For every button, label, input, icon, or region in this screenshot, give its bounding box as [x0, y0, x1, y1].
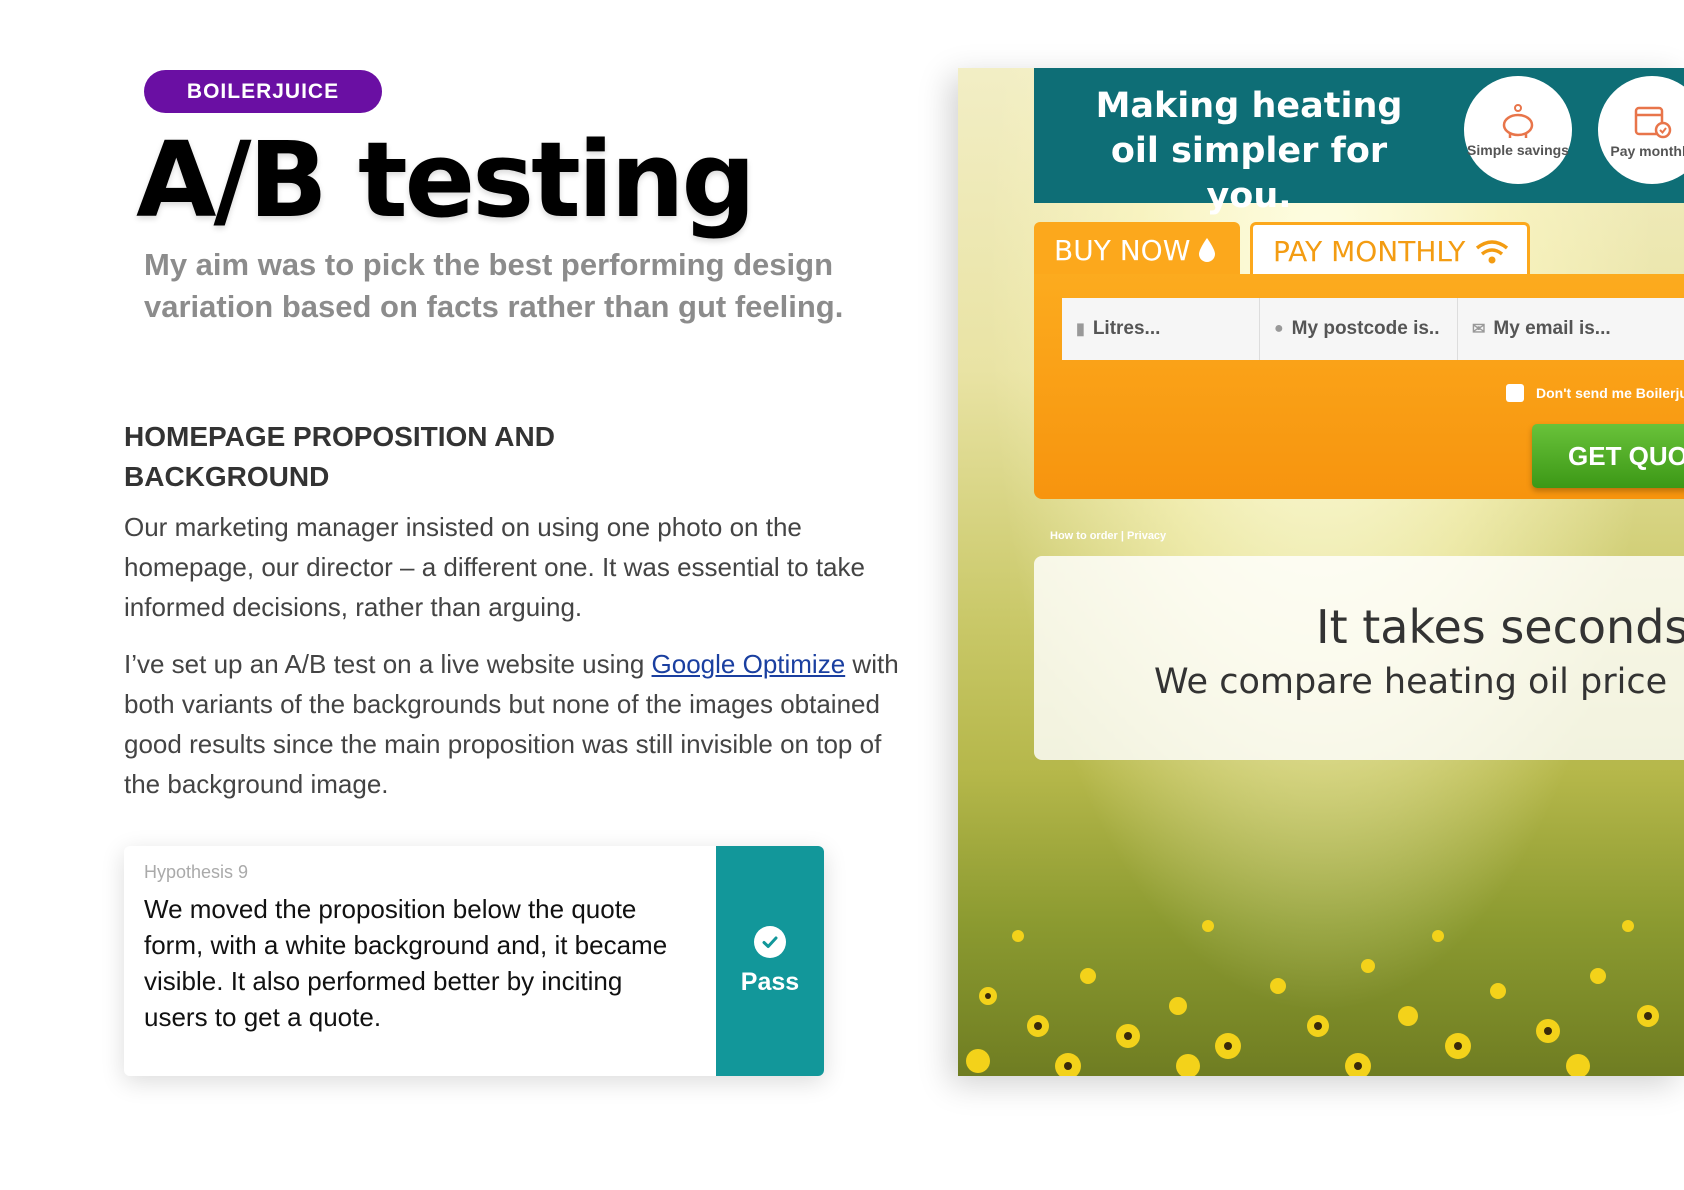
- result-label: Pass: [740, 967, 800, 996]
- section-title: HOMEPAGE PROPOSITION AND BACKGROUND: [124, 421, 555, 492]
- proposition-subtitle: We compare heating oil price: [1154, 662, 1668, 702]
- tab-label: BUY NOW: [1054, 233, 1191, 267]
- hypothesis-card: Hypothesis 9 We moved the proposition be…: [124, 846, 824, 1076]
- envelope-icon: ✉: [1472, 321, 1486, 338]
- page-title: A/B testing: [136, 119, 756, 241]
- email-placeholder: My email is...: [1493, 318, 1611, 339]
- proposition-panel: It takes seconds We compare heating oil …: [1034, 556, 1684, 760]
- quote-fields: ▮ Litres... ● My postcode is.. ✉ My email i…: [1062, 298, 1684, 360]
- postcode-placeholder: My postcode is..: [1291, 318, 1440, 339]
- tab-label: PAY MONTHLY: [1273, 235, 1466, 268]
- hero-banner: Making heating oil simpler for you. Simp…: [1034, 68, 1684, 216]
- postcode-input[interactable]: ● My postcode is..: [1260, 298, 1458, 360]
- flower-meadow-image: [966, 920, 1659, 1076]
- badge-pay-monthly: Pay monthly: [1598, 76, 1684, 184]
- para2-text-before: I’ve set up an A/B test on a live websit…: [124, 649, 652, 679]
- calendar-check-icon: [1634, 106, 1672, 138]
- map-pin-icon: ●: [1274, 320, 1284, 337]
- hypothesis-label: Hypothesis 9: [144, 862, 249, 882]
- page-lede: My aim was to pick the best performing d…: [144, 247, 844, 324]
- tab-buy-now[interactable]: BUY NOW: [1034, 222, 1240, 278]
- body-paragraph-1: Our marketing manager insisted on using …: [124, 512, 865, 622]
- hypothesis-result: Pass: [716, 846, 824, 1076]
- litres-placeholder: Litres...: [1092, 318, 1161, 339]
- hypothesis-body: Hypothesis 9 We moved the proposition be…: [144, 862, 684, 1035]
- banner-headline: Making heating oil simpler for you.: [1095, 86, 1403, 216]
- tab-pay-monthly[interactable]: PAY MONTHLY: [1250, 222, 1530, 278]
- badge-label: Pay monthly: [1610, 142, 1684, 159]
- hypothesis-text: We moved the proposition below the quote…: [144, 894, 668, 1032]
- badge-simple-savings: Simple savings: [1464, 76, 1572, 184]
- email-input[interactable]: ✉ My email is...: [1458, 298, 1684, 360]
- optout-label: Don't send me Boilerju: [1536, 385, 1684, 401]
- check-circle-icon: [754, 925, 786, 958]
- marketing-optout[interactable]: Don't send me Boilerju: [1506, 384, 1684, 402]
- how-to-order-links[interactable]: How to order | Privacy: [1050, 530, 1166, 542]
- company-tag: BOILERJUICE: [144, 70, 382, 113]
- body-paragraph-2: I’ve set up an A/B test on a live websit…: [124, 644, 904, 804]
- get-quote-button[interactable]: GET QUO: [1532, 424, 1684, 488]
- optout-checkbox[interactable]: [1506, 384, 1524, 402]
- gauge-icon: ▮: [1076, 321, 1085, 338]
- google-optimize-link[interactable]: Google Optimize: [652, 649, 846, 679]
- badge-label: Simple savings: [1467, 141, 1569, 158]
- piggy-bank-icon: [1502, 103, 1534, 138]
- website-screenshot: Making heating oil simpler for you. Simp…: [958, 68, 1684, 1076]
- wifi-icon: [1476, 239, 1509, 263]
- proposition-title: It takes seconds: [1316, 600, 1684, 654]
- litres-input[interactable]: ▮ Litres...: [1062, 298, 1260, 360]
- oil-drop-icon: [1199, 238, 1216, 262]
- quote-form: ▮ Litres... ● My postcode is.. ✉ My email i…: [1034, 274, 1684, 542]
